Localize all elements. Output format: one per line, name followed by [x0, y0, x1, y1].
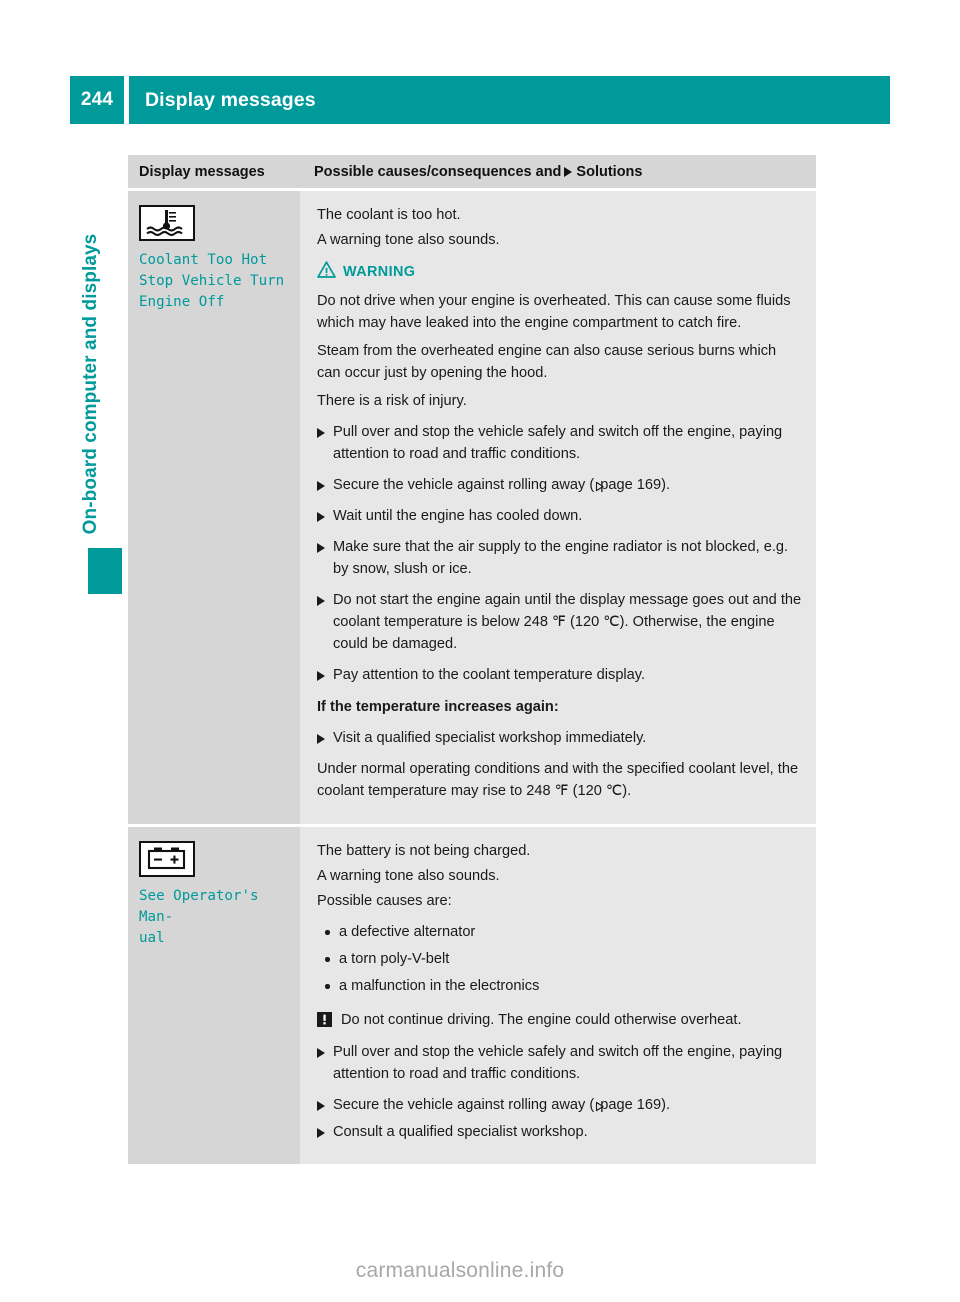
- warning-paragraph: Do not drive when your engine is overhea…: [317, 293, 791, 331]
- warning-heading: WARNING: [317, 261, 802, 283]
- step-triangle-icon: [317, 421, 333, 465]
- instruction-step-text: Consult a qualified specialist workshop.: [333, 1124, 588, 1140]
- instruction-step: Pay attention to the coolant temperature…: [317, 664, 802, 686]
- step-triangle-icon: [317, 536, 333, 580]
- coolant-temperature-warning-icon: [139, 205, 195, 241]
- step-triangle-icon: [317, 1121, 333, 1143]
- intro-line: A warning tone also sounds.: [317, 868, 500, 884]
- page-reference-text[interactable]: page 169: [600, 1097, 661, 1113]
- cause-list-item: a torn poly-V-belt: [317, 948, 802, 970]
- bullet-dot-icon: [325, 948, 339, 970]
- instruction-step: Do not start the engine again until the …: [317, 589, 802, 655]
- intro-line: The coolant is too hot.: [317, 207, 461, 223]
- step-triangle-icon: [317, 589, 333, 655]
- message-cell-coolant: Coolant Too Hot Stop Vehicle Turn Engine…: [128, 191, 300, 824]
- bullet-dot-icon: [325, 975, 339, 997]
- warning-paragraph: Steam from the overheated engine can als…: [317, 343, 777, 381]
- display-messages-table: Display messages Possible causes/consequ…: [128, 155, 816, 1164]
- chapter-side-tab: On-board computer and displays: [74, 180, 122, 600]
- instruction-step: Pull over and stop the vehicle safely an…: [317, 1041, 802, 1085]
- page-number: 244: [80, 89, 114, 110]
- instruction-step: Consult a qualified specialist workshop.: [317, 1121, 802, 1143]
- instruction-step-visit-workshop: Visit a qualified specialist workshop im…: [317, 727, 802, 749]
- message-code-text: See Operator's Man- ual: [139, 888, 259, 946]
- causes-solutions-cell-coolant: The coolant is too hot. A warning tone a…: [303, 191, 816, 824]
- intro-line: A warning tone also sounds.: [317, 232, 500, 248]
- column-header-solutions-text: Solutions: [576, 163, 643, 180]
- page-reference-arrow-icon: [594, 1101, 604, 1111]
- instruction-step: Pull over and stop the vehicle safely an…: [317, 421, 802, 465]
- step-triangle-icon: [317, 1094, 333, 1116]
- page-header: 244 Display messages: [70, 76, 890, 124]
- chapter-label: On-board computer and displays: [80, 233, 101, 535]
- column-header-causes-text: Possible causes/consequences and: [314, 163, 562, 180]
- instruction-step-secure: Secure the vehicle against rolling away …: [317, 1094, 802, 1116]
- cause-text: a defective alternator: [339, 924, 476, 940]
- page-title-bar: Display messages: [129, 76, 890, 124]
- page-title: Display messages: [145, 88, 316, 111]
- instruction-step: Make sure that the air supply to the eng…: [317, 536, 802, 580]
- instruction-step: Wait until the engine has cooled down.: [317, 505, 802, 527]
- instruction-step-text: Make sure that the air supply to the eng…: [333, 539, 789, 577]
- solid-right-arrow-icon: [564, 166, 573, 177]
- table-header-row: Display messages Possible causes/consequ…: [128, 155, 816, 188]
- step-text-suffix: ).: [661, 1097, 671, 1113]
- page-reference-text[interactable]: page 169: [600, 477, 661, 493]
- instruction-step-text: Visit a qualified specialist workshop im…: [333, 730, 647, 746]
- instruction-step-secure: Secure the vehicle against rolling away …: [317, 474, 802, 496]
- step-triangle-icon: [317, 474, 333, 496]
- warning-paragraph: There is a risk of injury.: [317, 393, 467, 409]
- page-reference-arrow-icon: [594, 481, 604, 491]
- step-text-prefix: Secure the vehicle against rolling away …: [333, 1097, 595, 1113]
- subheading-temperature-increases: If the temperature increases again:: [317, 699, 559, 715]
- intro-line: The battery is not being charged.: [317, 843, 531, 859]
- step-text-prefix: Secure the vehicle against rolling away …: [333, 477, 595, 493]
- table-row: Coolant Too Hot Stop Vehicle Turn Engine…: [128, 191, 816, 824]
- caution-exclamation-icon: [317, 1009, 341, 1032]
- warning-label: WARNING: [343, 264, 416, 280]
- cause-text: a torn poly-V-belt: [339, 951, 450, 967]
- column-header-causes-solutions: Possible causes/consequences and Solution…: [300, 164, 816, 180]
- message-cell-battery: See Operator's Man- ual: [128, 827, 300, 1164]
- instruction-step-text: Pull over and stop the vehicle safely an…: [333, 424, 783, 462]
- message-code-text: Coolant Too Hot Stop Vehicle Turn Engine…: [139, 252, 285, 310]
- site-watermark: carmanualsonline.info: [355, 1259, 565, 1282]
- step-text-suffix: ).: [661, 477, 671, 493]
- step-triangle-icon: [317, 1041, 333, 1085]
- causes-solutions-cell-battery: The battery is not being charged. A warn…: [303, 827, 816, 1164]
- step-triangle-icon: [317, 505, 333, 527]
- cause-list-item: a defective alternator: [317, 921, 802, 943]
- table-row: See Operator's Man- ual The battery is n…: [128, 827, 816, 1164]
- step-triangle-icon: [317, 664, 333, 686]
- caution-note: Do not continue driving. The engine coul…: [317, 1009, 802, 1032]
- caution-text: Do not continue driving. The engine coul…: [341, 1012, 742, 1028]
- column-header-display-messages: Display messages: [139, 163, 265, 180]
- chapter-marker-block: [88, 548, 122, 594]
- warning-triangle-icon: [317, 261, 336, 283]
- intro-line: Possible causes are:: [317, 893, 452, 909]
- closing-paragraph: Under normal operating conditions and wi…: [317, 761, 799, 799]
- cause-text: a malfunction in the electronics: [339, 978, 540, 994]
- bullet-dot-icon: [325, 921, 339, 943]
- instruction-step-text: Secure the vehicle against rolling away …: [333, 1094, 670, 1116]
- instruction-step-text: Do not start the engine again until the …: [333, 592, 802, 652]
- page-number-box: 244: [70, 76, 124, 124]
- instruction-step-text: Secure the vehicle against rolling away …: [333, 474, 670, 496]
- instruction-step-text: Pay attention to the coolant temperature…: [333, 667, 646, 683]
- instruction-step-text: Pull over and stop the vehicle safely an…: [333, 1044, 783, 1082]
- instruction-step-text: Wait until the engine has cooled down.: [333, 508, 583, 524]
- cause-list-item: a malfunction in the electronics: [317, 975, 802, 997]
- step-triangle-icon: [317, 727, 333, 749]
- battery-charge-warning-icon: [139, 841, 195, 877]
